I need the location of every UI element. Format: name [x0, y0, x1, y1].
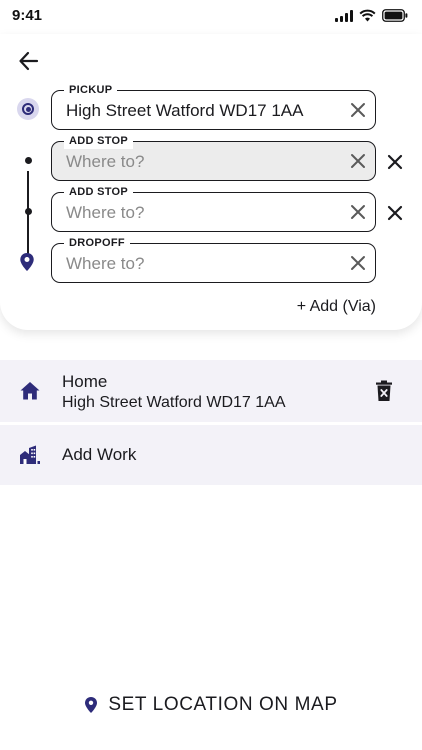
add-via-button[interactable]: + Add (Via): [297, 298, 376, 316]
add-work-label: Add Work: [62, 445, 137, 464]
clear-stop-2-icon[interactable]: [349, 203, 367, 221]
pickup-label: PICKUP: [64, 82, 118, 98]
set-location-on-map-button[interactable]: SET LOCATION ON MAP: [0, 690, 422, 720]
saved-place-address: High Street Watford WD17 1AA: [62, 394, 286, 411]
saved-place-add-work[interactable]: Add Work: [0, 425, 422, 485]
stop-2-label: ADD STOP: [64, 184, 134, 200]
dropoff-input[interactable]: [66, 252, 336, 276]
stop-dot-1: [24, 157, 32, 164]
clear-stop-1-icon[interactable]: [349, 152, 367, 170]
status-time: 9:41: [12, 7, 43, 24]
cellular-signal-icon: [335, 9, 353, 22]
location-pin-icon: [85, 697, 98, 713]
clear-pickup-icon[interactable]: [349, 101, 367, 119]
saved-place-home[interactable]: Home High Street Watford WD17 1AA: [0, 360, 422, 422]
saved-place-title: Home: [62, 372, 108, 391]
back-arrow-icon[interactable]: [16, 48, 42, 74]
remove-stop-1-icon[interactable]: [387, 154, 403, 170]
status-bar: 9:41: [0, 0, 422, 34]
stop-2-input[interactable]: [66, 201, 336, 225]
stop-field-1[interactable]: ADD STOP: [51, 133, 376, 181]
delete-icon[interactable]: [375, 380, 393, 402]
screen: 9:41 PICKUP High Street Watford WD17 1AA…: [0, 0, 422, 750]
clear-dropoff-icon[interactable]: [349, 254, 367, 272]
route-card: PICKUP ADD STOP ADD STOP: [0, 34, 422, 330]
pickup-marker-icon: [17, 98, 39, 120]
pickup-field[interactable]: PICKUP: [51, 82, 376, 130]
work-building-icon: [20, 445, 40, 464]
remove-stop-2-icon[interactable]: [387, 205, 403, 221]
dropoff-label: DROPOFF: [64, 235, 130, 251]
pickup-input[interactable]: [66, 99, 336, 123]
home-icon: [20, 382, 40, 400]
stop-dot-2: [24, 208, 32, 215]
stop-field-2[interactable]: ADD STOP: [51, 184, 376, 232]
wifi-icon: [359, 9, 376, 22]
stop-1-label: ADD STOP: [64, 133, 134, 149]
status-icons: [335, 9, 408, 22]
dropoff-field[interactable]: DROPOFF: [51, 235, 376, 283]
battery-icon: [382, 9, 408, 22]
stop-1-input[interactable]: [66, 150, 336, 174]
set-location-label: SET LOCATION ON MAP: [108, 694, 338, 715]
dropoff-pin-icon: [20, 253, 34, 271]
